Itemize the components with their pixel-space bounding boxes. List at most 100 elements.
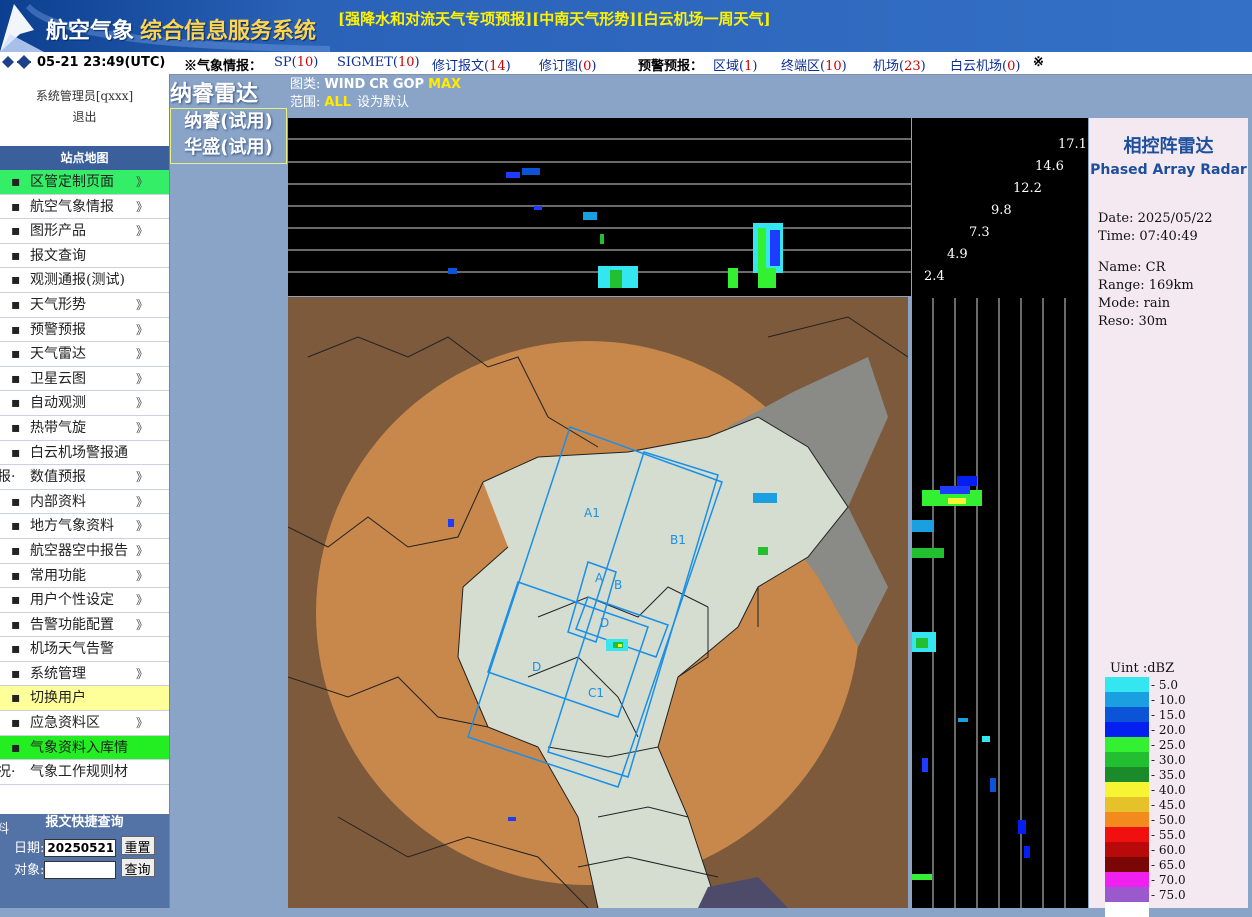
chevron-right-icon: 》	[136, 716, 149, 731]
link-sp[interactable]: SP(10)	[274, 55, 318, 70]
radar-item-huasheng[interactable]: 华盛(试用)	[171, 135, 286, 161]
sidebar-item-label: 观测通报(测试)	[30, 272, 125, 289]
date-input[interactable]	[44, 839, 117, 857]
height-label: 17.1	[1058, 137, 1087, 152]
radar-item-narui[interactable]: 纳睿(试用)	[171, 109, 286, 135]
link-revised-chart[interactable]: 修订图(0)	[539, 55, 596, 74]
type-option-wind[interactable]: WIND	[324, 77, 365, 92]
sidebar-item[interactable]: ▪ 自动观测 》	[0, 391, 169, 416]
sidebar-item[interactable]: ▪ 天气雷达 》	[0, 342, 169, 367]
link-region[interactable]: 区域(1)	[713, 55, 757, 74]
sidebar-item[interactable]: ▪ 报文查询	[0, 244, 169, 269]
sidebar-item[interactable]: ▪ 系统管理 》	[0, 662, 169, 687]
legend-swatch	[1105, 872, 1149, 887]
legend-label: - 70.0	[1151, 873, 1186, 887]
chevron-right-icon: 》	[136, 371, 149, 386]
link-baiyun-weekly[interactable]: [白云机场一周天气]	[636, 10, 770, 28]
site-map-title: 站点地图	[0, 146, 169, 170]
bullet-icon: ▪	[11, 739, 21, 756]
sidebar-item-label: 告警功能配置	[30, 616, 114, 633]
app-title: 航空气象 综合信息服务系统	[46, 13, 316, 45]
bullet-icon: ▪	[11, 174, 21, 190]
right-cross-section: 17.1 14.6 12.2 9.8 7.3 4.9 2.4	[912, 118, 1088, 908]
legend-label: - 65.0	[1151, 858, 1186, 872]
collapse-toggle-icon[interactable]	[0, 53, 34, 75]
type-label: 图类:	[290, 77, 321, 92]
sidebar-item[interactable]: ▪ 用户个性设定 》	[0, 588, 169, 613]
type-option-cr[interactable]: CR	[369, 77, 389, 92]
sector-label: A1	[584, 506, 600, 520]
chevron-right-icon: 》	[136, 175, 149, 189]
link-terminal-area[interactable]: 终端区(10)	[781, 55, 847, 74]
legend-entry: - 25.0	[1105, 737, 1235, 752]
sidebar-item[interactable]: ▪ 气象资料入库情	[0, 735, 169, 761]
type-option-max[interactable]: MAX	[428, 77, 461, 92]
sector-label: D	[600, 616, 609, 630]
legend-label: - 15.0	[1151, 708, 1186, 722]
range-row: 范围: ALL 设为默认	[290, 94, 461, 112]
reset-button[interactable]: 重置	[120, 836, 155, 856]
sidebar-item[interactable]: ▪ 应急资料区 》	[0, 711, 169, 736]
sidebar-item[interactable]: ▪ 常用功能 》	[0, 564, 169, 589]
link-airport[interactable]: 机场(23)	[873, 55, 926, 74]
sidebar-item-label: 用户个性设定	[30, 592, 114, 609]
bullet-icon: ▪	[11, 346, 21, 363]
sidebar-item[interactable]: ▪ 天气形势 》	[0, 293, 169, 318]
link-revised-message[interactable]: 修订报文(14)	[432, 55, 511, 74]
object-row: 对象: 查询	[14, 858, 155, 879]
legend-swatch	[1105, 692, 1149, 707]
sidebar-item[interactable]: ▪ 预警预报 》	[0, 318, 169, 343]
sidebar-item-label: 切换用户	[30, 690, 86, 707]
sidebar-item[interactable]: ▪ 机场天气告警	[0, 637, 169, 662]
object-input[interactable]	[44, 861, 117, 879]
link-heavy-rain-forecast[interactable]: [强降水和对流天气专项预报]	[338, 10, 532, 28]
chevron-right-icon: 》	[136, 420, 149, 435]
meta-date-time: Date: 2025/05/22 Time: 07:40:49	[1098, 210, 1213, 246]
sidebar-item[interactable]: ▪ 白云机场警报通	[0, 441, 169, 466]
sp-label: SP	[274, 55, 292, 70]
bullet-icon: ▪	[11, 370, 21, 387]
legend-swatch	[1105, 677, 1149, 692]
link-baiyun-airport[interactable]: 白云机场(0)	[950, 55, 1020, 74]
query-button[interactable]: 查询	[120, 858, 155, 878]
sidebar-item[interactable]: 况· 气象工作规则材	[0, 760, 169, 785]
sidebar-item[interactable]: ▪ 地方气象资料 》	[0, 514, 169, 539]
meta-range: Range: 169km	[1098, 278, 1194, 293]
bullet-icon: ▪	[11, 419, 21, 436]
legend-label: - 75.0	[1151, 888, 1186, 902]
sidebar-item[interactable]: 报· 数值预报 》	[0, 465, 169, 490]
sidebar-item[interactable]: ▪ 卫星云图 》	[0, 367, 169, 392]
legend-label: - 60.0	[1151, 843, 1186, 857]
logout-link[interactable]: 退出	[0, 107, 169, 128]
sidebar-item[interactable]: ▪ 观测通报(测试)	[0, 268, 169, 293]
legend-label: - 55.0	[1151, 828, 1186, 842]
sidebar-item-label: 航空气象情报	[30, 198, 114, 215]
nav-list: ▪ 区管定制页面》 ▪ 航空气象情报》 ▪ 图形产品》 ▪ 报文查询 ▪ 观测通报(测试) ▪ 天气形…	[0, 170, 169, 785]
type-option-gop[interactable]: GOP	[393, 77, 424, 92]
sector-label: D	[532, 660, 541, 674]
bullet-icon: ▪	[11, 444, 21, 461]
sidebar-item[interactable]: ▪ 告警功能配置 》	[0, 613, 169, 638]
legend-entry: - 45.0	[1105, 797, 1235, 812]
type-row: 图类: WIND CR GOP MAX	[290, 76, 461, 94]
link-sigmet[interactable]: SIGMET(10)	[337, 55, 420, 70]
legend-swatch	[1105, 752, 1149, 767]
sidebar-item[interactable]: ▪ 区管定制页面 》	[0, 170, 169, 195]
radar-list: 纳睿(试用) 华盛(试用)	[170, 108, 287, 164]
sidebar-item[interactable]: ▪ 航空气象情报 》	[0, 195, 169, 220]
legend-entry: - 65.0	[1105, 857, 1235, 872]
sidebar-item[interactable]: ▪ 热带气旋 》	[0, 416, 169, 441]
bullet-icon: ▪	[11, 665, 21, 682]
link-central-south-weather[interactable]: [中南天气形势]	[532, 10, 636, 28]
sidebar-item[interactable]: ▪ 内部资料 》	[0, 490, 169, 515]
sidebar-item[interactable]: ▪ 图形产品 》	[0, 219, 169, 244]
meta-date: Date: 2025/05/22	[1098, 211, 1213, 226]
legend-entry: - 70.0	[1105, 872, 1235, 887]
sidebar-item[interactable]: ▪ 切换用户	[0, 686, 169, 712]
sidebar-item[interactable]: ▪ 航空器空中报告》	[0, 539, 169, 564]
height-label: 2.4	[924, 269, 945, 284]
chevron-right-icon: 》	[136, 666, 149, 681]
range-option-all[interactable]: ALL	[324, 95, 351, 110]
sidebar-item-label: 卫星云图	[30, 370, 86, 387]
set-default-link[interactable]: 设为默认	[357, 95, 409, 110]
